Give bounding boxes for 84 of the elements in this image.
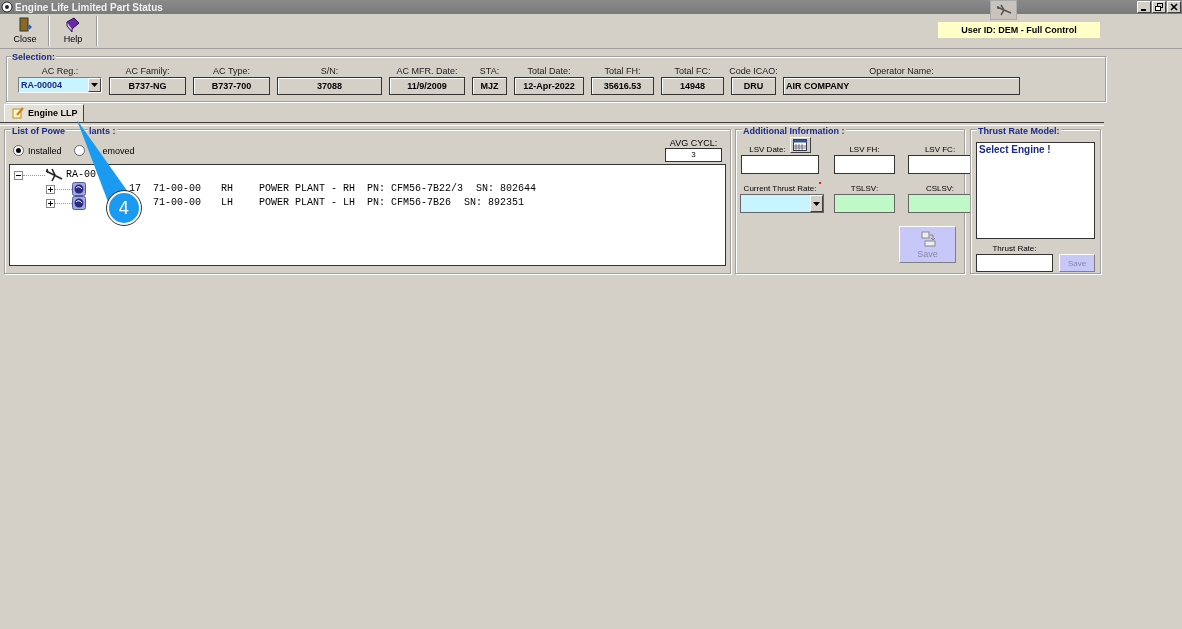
field-label: LSV FC:	[924, 145, 956, 155]
readonly-field: 11/9/2009	[389, 77, 465, 95]
field-label: AC MFR. Date:	[396, 66, 458, 77]
field-label: AC Reg.:	[41, 66, 79, 77]
user-badge: User ID: DEM - Full Control	[938, 22, 1100, 38]
thrust-rate-dropdown[interactable]	[739, 194, 824, 213]
field-label: Total FC:	[674, 66, 711, 77]
close-icon	[1170, 3, 1178, 11]
readonly-field: 35616.53	[591, 77, 654, 95]
radio-option[interactable]: emoved	[73, 145, 135, 156]
collapse-toggle[interactable]	[14, 170, 23, 180]
airplane-icon	[45, 168, 63, 182]
field-label: Total Date:	[527, 66, 571, 77]
airplane-icon	[994, 4, 1013, 16]
field-label: Current Thrust Rate:	[743, 184, 817, 194]
tree-item-text: LH	[221, 197, 235, 209]
tree-item-text: SN: 892351	[464, 197, 525, 209]
group-title: Selection:	[11, 52, 56, 62]
restore-button[interactable]	[1152, 1, 1166, 13]
radio-option[interactable]: Installed	[13, 145, 62, 156]
readonly-field: B737-NG	[109, 77, 186, 95]
engine-icon	[72, 196, 86, 210]
tree-item-text: PN: CFM56-7B26	[367, 197, 452, 209]
field-label: AC Type:	[213, 66, 250, 77]
engine-icon	[72, 182, 86, 196]
ac-reg-dropdown[interactable]: RA-00004	[18, 77, 102, 93]
input-field[interactable]	[976, 254, 1053, 272]
note-icon	[12, 107, 24, 119]
door-icon	[18, 17, 32, 33]
minimize-button[interactable]	[1137, 1, 1151, 13]
tree-item-text: POWER PLANT - RH	[259, 183, 356, 195]
save-icon	[919, 230, 936, 247]
field-label: AVG CYCL:	[669, 138, 718, 148]
tree-item-text: SN: 802644	[476, 183, 537, 195]
expand-toggle[interactable]	[46, 198, 55, 208]
group-title: List of Powe	[11, 126, 66, 136]
airplane-button[interactable]	[990, 0, 1017, 20]
readonly-field: 12-Apr-2022	[514, 77, 584, 95]
field-label: TSLSV:	[850, 184, 879, 194]
input-field[interactable]	[908, 155, 972, 174]
tree-item-text: 71-00-00	[153, 183, 201, 195]
close-button[interactable]: Close	[2, 14, 48, 48]
field-label: LSV FH:	[849, 145, 880, 155]
readonly-field: AIR COMPANY	[783, 77, 1020, 95]
list-message: Select Engine !	[979, 144, 1051, 155]
expand-toggle[interactable]	[46, 184, 55, 194]
field-label: Thrust Rate:	[992, 244, 1037, 254]
input-field[interactable]	[741, 155, 819, 174]
field-label: Total FH:	[604, 66, 641, 77]
readonly-field: MJZ	[472, 77, 507, 95]
calendar-icon	[793, 139, 808, 151]
tree-item-text: PN: CFM56-7B22/3	[367, 183, 464, 195]
readonly-field: 37088	[277, 77, 382, 95]
tree-item-text: 17	[129, 183, 141, 195]
group-title: lants :	[88, 126, 117, 136]
group-title: Thrust Rate Model:	[977, 126, 1061, 136]
tree-item[interactable]: RA-00	[66, 169, 96, 181]
window-title: Engine Life Limited Part Status	[15, 1, 163, 13]
readonly-field: 14948	[661, 77, 724, 95]
avg-cycle-field[interactable]: 3	[665, 148, 722, 162]
restore-icon	[1155, 3, 1163, 11]
field-label: CSLSV:	[925, 184, 955, 194]
input-field[interactable]	[834, 155, 895, 174]
book-icon	[65, 17, 81, 33]
caret-icon	[812, 201, 820, 206]
field-label: S/N:	[320, 66, 339, 77]
tree-item-text: POWER PLANT - LH	[259, 197, 356, 209]
help-button[interactable]: Help	[50, 14, 96, 48]
field-label: STA:	[479, 66, 500, 77]
readonly-field: B737-700	[193, 77, 270, 95]
tree-item-text: 71-00-00	[153, 197, 201, 209]
input-field	[834, 194, 895, 213]
tree-item-text: RH	[221, 183, 235, 195]
field-label: Code ICAO:	[729, 66, 778, 77]
field-label: Operator Name:	[869, 66, 934, 77]
tab[interactable]: Engine LLP	[4, 104, 84, 122]
group-title: Additional Information :	[742, 126, 846, 136]
close-button[interactable]	[1167, 1, 1181, 13]
calendar-button[interactable]	[789, 137, 811, 153]
field-label: AC Family:	[125, 66, 170, 77]
field-label: LSV Date:	[749, 145, 786, 155]
readonly-field: DRU	[731, 77, 776, 95]
caret-icon	[91, 83, 98, 87]
input-field	[908, 194, 972, 213]
